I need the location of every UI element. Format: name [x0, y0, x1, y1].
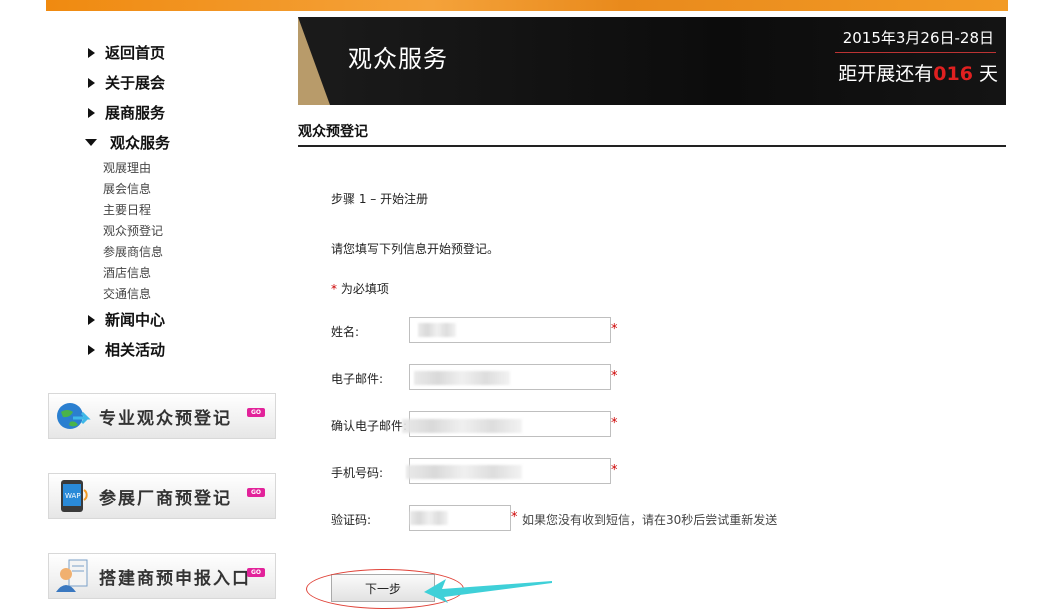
chevron-right-icon — [88, 344, 95, 355]
required-star: * — [611, 322, 618, 337]
page-banner: 观众服务 2015年3月26日-28日 距开展还有016 天 — [298, 17, 1006, 105]
captcha-input[interactable] — [409, 505, 511, 531]
name-input[interactable] — [409, 317, 611, 343]
nav-item-about[interactable]: 关于展会 — [88, 72, 165, 93]
step-label: 步骤 1 – 开始注册 — [331, 192, 429, 206]
field-label-captcha: 验证码: — [331, 513, 372, 527]
subnav-item[interactable]: 参展商信息 — [103, 243, 163, 260]
chevron-down-icon — [85, 139, 97, 146]
user-document-icon — [56, 559, 88, 592]
nav-item-news[interactable]: 新闻中心 — [88, 309, 165, 330]
nav-item-home[interactable]: 返回首页 — [88, 42, 165, 63]
globe-arrow-icon — [57, 403, 91, 429]
field-label-name: 姓名: — [331, 325, 360, 339]
promo-visitor-register[interactable]: 专业观众预登记 GO — [48, 393, 276, 439]
required-star: * — [611, 369, 618, 384]
nav-item-label: 新闻中心 — [105, 311, 166, 329]
annotation-arrow-icon — [424, 579, 552, 603]
chevron-right-icon — [88, 77, 95, 88]
subnav-item[interactable]: 观众预登记 — [103, 222, 163, 239]
subnav-item[interactable]: 展会信息 — [103, 180, 151, 197]
countdown-suffix: 天 — [972, 63, 998, 85]
subnav-item[interactable]: 交通信息 — [103, 285, 151, 302]
required-note-text: 为必填项 — [337, 282, 389, 296]
go-badge: GO — [247, 568, 265, 577]
promo-label: 参展厂商预登记 — [99, 488, 232, 509]
nav-item-visitor-service[interactable]: 观众服务 — [85, 132, 171, 153]
nav-item-events[interactable]: 相关活动 — [88, 339, 165, 360]
sidebar: 返回首页 关于展会 展商服务 观众服务 观展理由 展会信息 主要日程 观众预登记… — [0, 0, 290, 612]
chevron-right-icon — [88, 314, 95, 325]
field-label-confirm-email: 确认电子邮件: — [331, 419, 408, 433]
subnav-item[interactable]: 主要日程 — [103, 201, 151, 218]
captcha-hint: 如果您没有收到短信，请在30秒后尝试重新发送 — [522, 513, 778, 527]
intro-text: 请您填写下列信息开始预登记。 — [331, 242, 500, 256]
nav-item-label: 观众服务 — [110, 134, 171, 152]
required-star: * — [611, 463, 618, 478]
promo-label: 专业观众预登记 — [99, 408, 232, 429]
banner-title: 观众服务 — [348, 45, 448, 73]
field-label-email: 电子邮件: — [331, 372, 384, 386]
required-note: * 为必填项 — [331, 280, 389, 297]
nav-item-label: 返回首页 — [105, 44, 166, 62]
subnav-item[interactable]: 酒店信息 — [103, 264, 151, 281]
banner-gold-corner — [298, 17, 330, 105]
promo-builder-entry[interactable]: 搭建商预申报入口 GO — [48, 553, 276, 599]
go-badge: GO — [247, 408, 265, 417]
countdown: 距开展还有016 天 — [838, 59, 998, 86]
countdown-prefix: 距开展还有 — [838, 63, 934, 85]
required-star: * — [611, 416, 618, 431]
promo-label: 搭建商预申报入口 — [99, 568, 251, 589]
subnav-item[interactable]: 观展理由 — [103, 159, 151, 176]
mobile-input[interactable] — [409, 458, 611, 484]
countdown-days: 016 — [933, 63, 973, 85]
wap-phone-icon: WAP — [61, 480, 88, 512]
field-label-mobile: 手机号码: — [331, 466, 384, 480]
event-date: 2015年3月26日-28日 — [834, 27, 996, 53]
nav-item-label: 展商服务 — [105, 104, 166, 122]
section-title: 观众预登记 — [298, 124, 368, 140]
required-star: * — [511, 510, 518, 525]
confirm-email-input[interactable] — [409, 411, 611, 437]
nav-item-label: 相关活动 — [105, 341, 166, 359]
nav-item-label: 关于展会 — [105, 74, 166, 92]
svg-text:WAP: WAP — [65, 492, 81, 500]
chevron-right-icon — [88, 47, 95, 58]
chevron-right-icon — [88, 107, 95, 118]
nav-item-exhibitor-service[interactable]: 展商服务 — [88, 102, 165, 123]
promo-exhibitor-register[interactable]: WAP 参展厂商预登记 GO — [48, 473, 276, 519]
go-badge: GO — [247, 488, 265, 497]
next-step-button[interactable]: 下一步 — [331, 574, 435, 602]
section-divider — [298, 145, 1006, 147]
email-input[interactable] — [409, 364, 611, 390]
